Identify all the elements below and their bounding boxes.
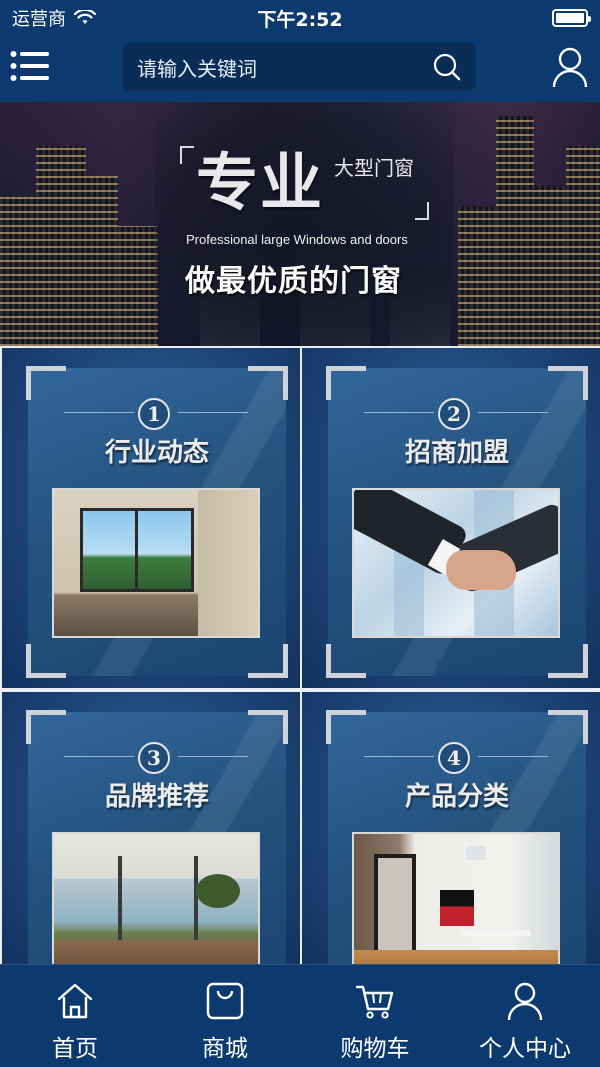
banner-subtitle: 大型门窗: [334, 156, 414, 180]
home-icon: [57, 983, 93, 1019]
search-icon[interactable]: [432, 52, 462, 82]
banner-slogan: 做最优质的门窗: [185, 264, 402, 299]
banner-building: [84, 176, 118, 346]
tile-photo: [352, 832, 560, 964]
divider: [478, 412, 548, 413]
battery-icon: [552, 9, 591, 27]
nav-home[interactable]: 首页: [0, 965, 150, 1067]
search-input[interactable]: 请输入关键词: [123, 43, 476, 91]
nav-label: 个人中心: [479, 1036, 571, 1062]
banner-title: 专业: [196, 146, 325, 219]
search-placeholder: 请输入关键词: [137, 56, 257, 81]
bracket-left: [180, 146, 194, 164]
tile-title: 产品分类: [404, 782, 509, 812]
tile-franchise[interactable]: 2 招商加盟: [302, 348, 600, 688]
corner-decoration: [248, 366, 288, 400]
nav-cart[interactable]: 购物车: [300, 965, 450, 1067]
divider: [178, 412, 248, 413]
corner-decoration: [248, 710, 288, 744]
tile-photo: [352, 488, 560, 638]
shopping-bag-icon: [206, 982, 244, 1020]
cart-icon: [355, 985, 394, 1019]
banner-building: [118, 226, 158, 346]
divider: [178, 756, 248, 757]
nav-profile[interactable]: 个人中心: [450, 965, 600, 1067]
tile-photo: [52, 488, 260, 638]
banner-building: [0, 196, 40, 346]
banner-english: Professional large Windows and doors: [186, 232, 408, 247]
corner-decoration: [548, 366, 588, 400]
category-grid: 1 行业动态 2 招商加盟 3 品牌推荐 4 产品分类: [0, 346, 600, 964]
tile-photo: [52, 832, 260, 964]
tile-number: 2: [438, 398, 470, 430]
tile-title: 招商加盟: [404, 438, 509, 468]
tile-brand-recommend[interactable]: 3 品牌推荐: [2, 692, 300, 964]
tile-title: 品牌推荐: [104, 782, 209, 812]
banner-building: [36, 146, 86, 346]
banner-building: [458, 206, 498, 346]
corner-decoration: [26, 644, 66, 678]
banner-building: [566, 146, 600, 346]
tile-number: 1: [138, 398, 170, 430]
user-icon: [507, 982, 543, 1021]
menu-icon[interactable]: [10, 49, 50, 83]
header: 请输入关键词: [0, 36, 600, 102]
divider: [364, 756, 434, 757]
status-bar: 运营商 下午2:52: [0, 0, 600, 36]
bracket-right: [415, 202, 429, 220]
corner-decoration: [548, 644, 588, 678]
divider: [64, 756, 134, 757]
banner-overlay: [155, 102, 455, 346]
tile-industry-news[interactable]: 1 行业动态: [2, 348, 300, 688]
corner-decoration: [248, 644, 288, 678]
banner[interactable]: 专业 大型门窗 Professional large Windows and d…: [0, 102, 600, 346]
divider: [364, 412, 434, 413]
nav-label: 首页: [52, 1036, 98, 1062]
corner-decoration: [326, 644, 366, 678]
divider: [64, 412, 134, 413]
tile-number: 4: [438, 742, 470, 774]
banner-building: [532, 186, 568, 346]
corner-decoration: [326, 710, 366, 744]
user-icon[interactable]: [551, 46, 589, 88]
banner-building: [496, 116, 534, 346]
corner-decoration: [26, 366, 66, 400]
tile-title: 行业动态: [104, 438, 209, 468]
corner-decoration: [548, 710, 588, 744]
nav-label: 购物车: [340, 1036, 410, 1062]
tile-product-category[interactable]: 4 产品分类: [302, 692, 600, 964]
bottom-nav: 首页 商城 购物车 个人中心: [0, 964, 600, 1067]
tile-number: 3: [138, 742, 170, 774]
corner-decoration: [26, 710, 66, 744]
corner-decoration: [326, 366, 366, 400]
status-time: 下午2:52: [257, 8, 343, 31]
nav-mall[interactable]: 商城: [150, 965, 300, 1067]
nav-label: 商城: [202, 1036, 248, 1062]
divider: [478, 756, 548, 757]
